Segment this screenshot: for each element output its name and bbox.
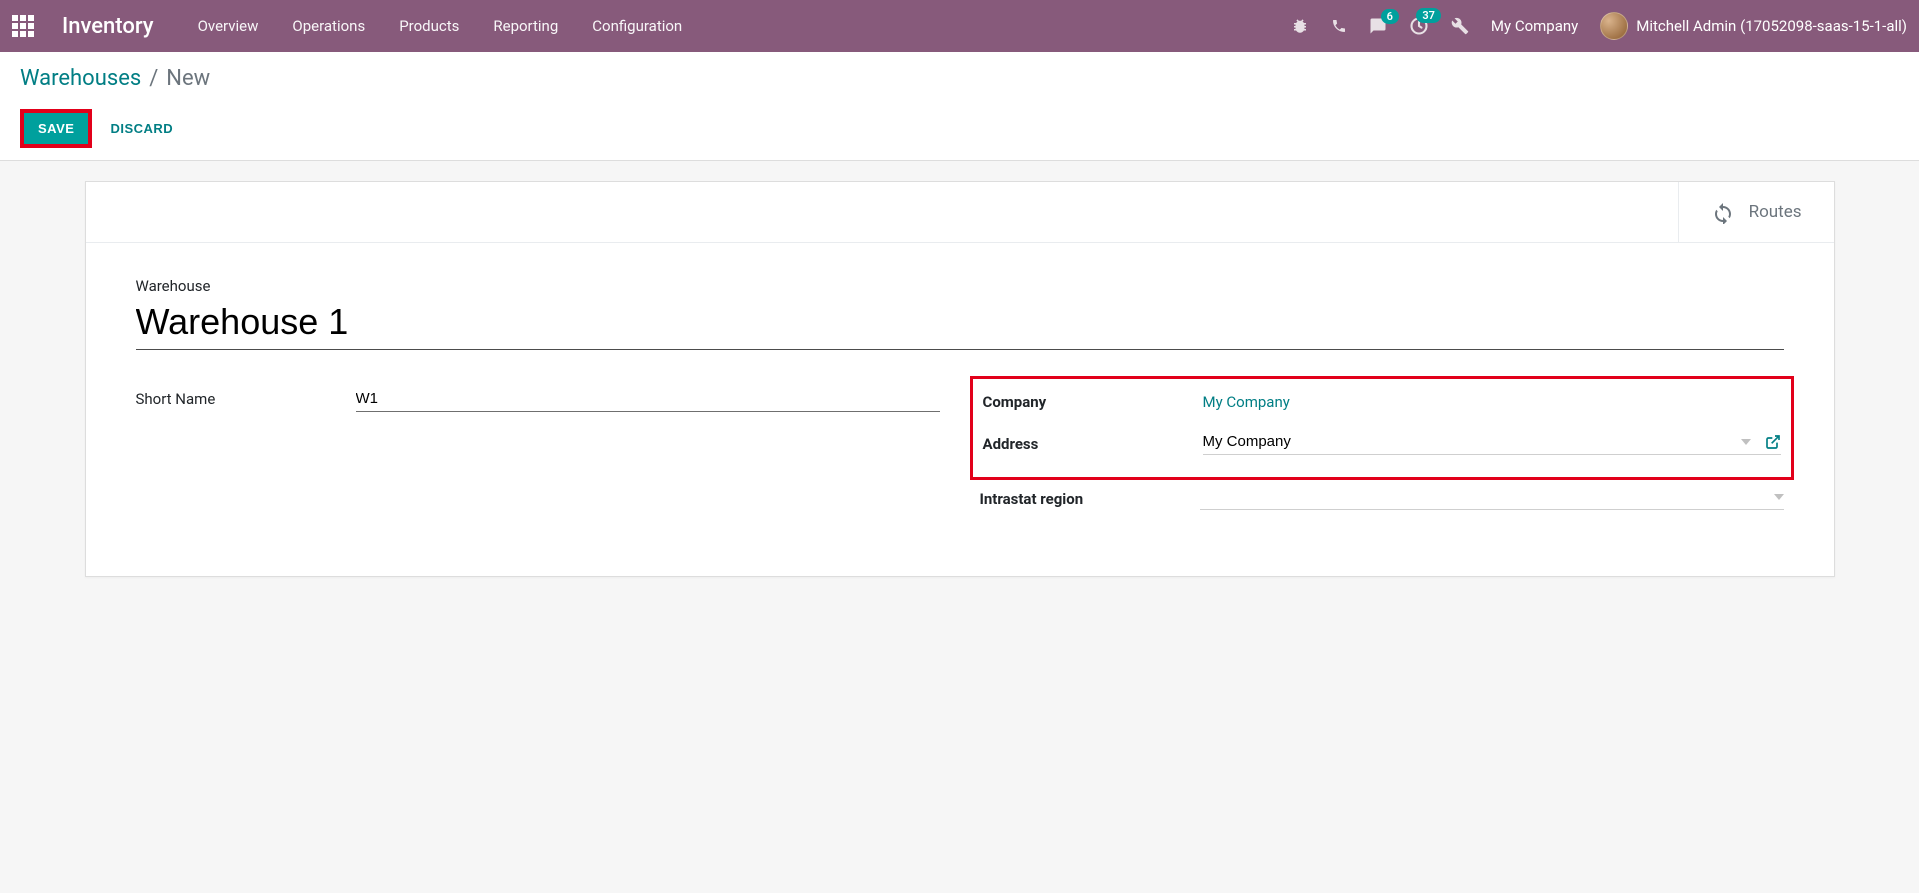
phone-icon[interactable] (1331, 18, 1347, 34)
intrastat-m2o (1200, 488, 1784, 510)
navbar-right: 6 37 My Company Mitchell Admin (17052098… (1291, 12, 1907, 40)
warehouse-label: Warehouse (136, 277, 1784, 295)
breadcrumb-parent[interactable]: Warehouses (20, 66, 141, 91)
address-value-wrap (1203, 433, 1781, 455)
action-buttons: SAVE DISCARD (20, 109, 1899, 148)
activity-icon[interactable]: 37 (1409, 16, 1429, 36)
breadcrumb-current: New (166, 66, 210, 91)
discard-button[interactable]: DISCARD (110, 121, 173, 136)
company-address-highlight: Company My Company Address (970, 376, 1794, 480)
short-name-input[interactable] (356, 386, 940, 412)
form-columns: Short Name Company My Company (136, 384, 1784, 526)
company-value-wrap: My Company (1203, 393, 1781, 411)
row-company: Company My Company (983, 387, 1781, 417)
avatar (1600, 12, 1628, 40)
form-col-right: Company My Company Address (980, 384, 1784, 526)
routes-label: Routes (1749, 202, 1802, 222)
nav-operations[interactable]: Operations (292, 17, 365, 35)
row-address: Address (983, 429, 1781, 459)
tools-icon[interactable] (1451, 17, 1469, 35)
chat-badge: 6 (1381, 9, 1399, 24)
sheet-header: Routes (86, 182, 1834, 243)
nav-configuration[interactable]: Configuration (592, 17, 682, 35)
bug-icon[interactable] (1291, 17, 1309, 35)
short-name-value-wrap (356, 386, 940, 412)
address-label: Address (983, 435, 1203, 453)
chat-icon[interactable]: 6 (1369, 17, 1387, 35)
form-sheet: Routes Warehouse Short Name (85, 181, 1835, 577)
app-brand[interactable]: Inventory (62, 14, 154, 39)
activity-badge: 37 (1416, 8, 1441, 23)
refresh-icon (1711, 200, 1735, 224)
control-panel: Warehouses / New SAVE DISCARD (0, 52, 1919, 161)
routes-stat-button[interactable]: Routes (1678, 182, 1834, 242)
apps-grid-icon[interactable] (12, 15, 34, 37)
navbar-left: Inventory Overview Operations Products R… (12, 14, 682, 39)
row-short-name: Short Name (136, 384, 940, 414)
save-button[interactable]: SAVE (24, 113, 88, 144)
address-m2o (1203, 433, 1781, 455)
warehouse-name-input[interactable] (136, 299, 1784, 350)
nav-reporting[interactable]: Reporting (493, 17, 558, 35)
save-highlight: SAVE (20, 109, 92, 148)
company-link[interactable]: My Company (1203, 393, 1290, 411)
intrastat-label: Intrastat region (980, 490, 1200, 508)
company-label: Company (983, 393, 1203, 411)
breadcrumb: Warehouses / New (20, 66, 1899, 91)
external-link-icon[interactable] (1765, 434, 1781, 450)
breadcrumb-sep: / (149, 66, 158, 91)
intrastat-input[interactable] (1200, 488, 1768, 505)
sheet-body: Warehouse Short Name Compa (86, 243, 1834, 576)
address-input[interactable] (1203, 433, 1735, 450)
nav-overview[interactable]: Overview (198, 17, 259, 35)
form-view: Routes Warehouse Short Name (0, 161, 1919, 597)
caret-down-icon[interactable] (1741, 439, 1751, 445)
intrastat-value-wrap (1200, 488, 1784, 510)
form-col-left: Short Name (136, 384, 940, 526)
user-name: Mitchell Admin (17052098-saas-15-1-all) (1636, 17, 1907, 35)
nav-products[interactable]: Products (399, 17, 459, 35)
top-navbar: Inventory Overview Operations Products R… (0, 0, 1919, 52)
short-name-label: Short Name (136, 390, 356, 408)
caret-down-icon[interactable] (1774, 494, 1784, 500)
user-menu[interactable]: Mitchell Admin (17052098-saas-15-1-all) (1600, 12, 1907, 40)
nav-links: Overview Operations Products Reporting C… (198, 17, 683, 35)
row-intrastat: Intrastat region (980, 484, 1784, 514)
company-switcher[interactable]: My Company (1491, 17, 1578, 35)
